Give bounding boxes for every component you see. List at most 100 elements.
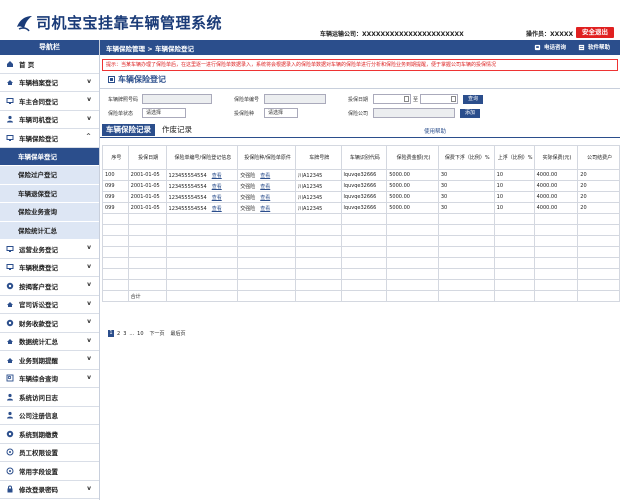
sidebar-item[interactable]: 业务到期提醒 v (0, 351, 99, 370)
app-logo: 司机宝宝挂靠车辆管理系统 (14, 12, 222, 33)
chevron-down-icon[interactable]: v (87, 281, 91, 288)
view-link[interactable]: 查看 (260, 173, 270, 179)
cell-text: 2001-01-05 (130, 205, 160, 211)
policy-input[interactable] (264, 94, 326, 104)
sidebar-item[interactable]: 首 页 (0, 55, 99, 74)
table-cell (577, 290, 620, 302)
cell-text: 123455554554 (168, 194, 207, 201)
sidebar-item[interactable]: 公司注册信息 (0, 407, 99, 425)
status-select[interactable]: 请选择 (142, 108, 186, 118)
view-link[interactable]: 查看 (212, 206, 222, 212)
chevron-down-icon[interactable]: v (87, 244, 91, 251)
column-header: 实际保费(元) (533, 145, 579, 170)
table-cell: 100 (102, 169, 129, 181)
chevron-down-icon[interactable]: v (87, 263, 91, 270)
chevron-down-icon[interactable]: v (87, 374, 91, 381)
page-link[interactable]: 2 (117, 331, 120, 337)
table-cell (237, 213, 296, 225)
date-start-input[interactable] (373, 94, 411, 104)
sidebar-item[interactable]: 车辆税费登记 v (0, 259, 99, 277)
chevron-down-icon[interactable]: v (87, 355, 91, 362)
table-cell: 2001-01-05 (127, 180, 167, 192)
table-cell: 交强险 查看 (237, 180, 296, 192)
table-cell (340, 224, 388, 236)
table-cell: 2001-01-05 (127, 169, 167, 181)
view-link[interactable]: 查看 (212, 184, 222, 190)
sidebar-subitem[interactable]: 保险业务查询 (0, 203, 99, 222)
cell-text: 川A12345 (297, 194, 323, 201)
sidebar-item[interactable]: 财务收款登记 v (0, 314, 99, 333)
sidebar-subitem[interactable]: 保险过户登记 (0, 166, 99, 185)
help-link[interactable]: 软件帮助 (578, 43, 610, 51)
sidebar-item[interactable]: 官司诉讼登记 v (0, 296, 99, 314)
view-link[interactable]: 查看 (260, 184, 270, 190)
table-row[interactable]: 099 2001-01-05 123455554554 查看 交强险 查看 川A12345 l… (102, 202, 620, 214)
type-select[interactable]: 请选择 (264, 108, 298, 118)
next-page-link[interactable]: 下一页 (150, 330, 165, 337)
date-end-input[interactable] (420, 94, 459, 104)
chevron-down-icon[interactable]: v (87, 96, 91, 103)
company-label: 保险公司 (348, 110, 369, 117)
plate-input[interactable] (142, 94, 212, 104)
sidebar-subitem[interactable]: 车辆退保登记 (0, 184, 99, 203)
table-cell: 10 (493, 191, 535, 203)
table-cell (340, 279, 388, 291)
chevron-up-icon[interactable]: ^ (86, 133, 91, 140)
view-link[interactable]: 查看 (212, 195, 222, 201)
sidebar-item-label: 常用字段设置 (19, 467, 58, 476)
table-row[interactable]: 099 2001-01-05 123455554554 查看 交强险 查看 川A12345 l… (102, 191, 620, 203)
chevron-down-icon[interactable]: v (87, 78, 91, 85)
sidebar-item[interactable]: 车辆保险登记 ^ (0, 129, 99, 148)
sidebar-item[interactable]: 车主合同登记 v (0, 92, 99, 111)
date-label: 投保日期 (348, 96, 369, 103)
table-cell (386, 268, 439, 280)
sidebar-item[interactable]: 修改登录密码 v (0, 481, 99, 499)
table-cell (437, 246, 495, 258)
table-cell: 30 (437, 169, 495, 181)
table-row[interactable]: 099 2001-01-05 123455554554 查看 交强险 查看 川A12345 l… (102, 180, 620, 192)
table-cell: 川A12345 (294, 180, 342, 192)
sidebar-item[interactable]: 系统到期缴费 (0, 425, 99, 444)
calendar-icon[interactable] (451, 96, 457, 102)
view-link[interactable]: 查看 (260, 195, 270, 201)
table-row[interactable]: 100 2001-01-05 123455554554 查看 交强险 查看 川A12345 l… (102, 169, 620, 181)
page-link[interactable]: 3 (123, 331, 126, 337)
sidebar-item[interactable]: 运营业务登记 v (0, 240, 99, 259)
monitor-icon (5, 96, 14, 105)
contact-link[interactable]: 电话咨询 (534, 43, 566, 51)
chevron-down-icon[interactable]: v (87, 300, 91, 307)
page-link[interactable]: 10 (137, 331, 143, 337)
chevron-down-icon[interactable]: v (87, 115, 91, 122)
page-link[interactable]: 1 (108, 330, 114, 337)
tab-void-records[interactable]: 作废记录 (162, 124, 192, 136)
sidebar-subitem[interactable]: 保险统计汇总 (0, 221, 99, 240)
calendar-icon[interactable] (404, 96, 409, 102)
last-page-link[interactable]: 最后页 (171, 330, 186, 337)
view-link[interactable]: 查看 (260, 206, 270, 212)
sidebar-item[interactable]: 数据统计汇总 v (0, 333, 99, 351)
sidebar-item[interactable]: 常用字段设置 (0, 462, 99, 481)
tab-records[interactable]: 车辆保险记录 (102, 124, 155, 136)
sidebar-item[interactable]: 车辆司机登记 v (0, 111, 99, 129)
table-cell (577, 235, 620, 247)
sidebar-item[interactable]: 系统访问日志 (0, 388, 99, 407)
logout-button[interactable]: 安全退出 (576, 27, 614, 38)
company-input[interactable] (373, 108, 455, 118)
sidebar-item[interactable]: 车辆档案登记 v (0, 74, 99, 92)
chevron-down-icon[interactable]: v (87, 318, 91, 325)
column-header: 车牌号牌 (294, 145, 342, 170)
sidebar-subitem[interactable]: 车辆保单登记 (0, 147, 99, 166)
cell-text: 20 (580, 172, 587, 178)
query-button[interactable]: 查询 (463, 94, 484, 104)
view-link[interactable]: 查看 (212, 173, 222, 179)
sidebar-item[interactable]: 按揭客户登记 v (0, 277, 99, 296)
table-total-row: 合计 (102, 290, 620, 302)
chevron-down-icon[interactable]: v (87, 337, 91, 344)
chevron-down-icon[interactable]: v (87, 485, 91, 492)
table-cell (340, 257, 388, 269)
sidebar-item[interactable]: 员工权限设置 (0, 444, 99, 462)
sidebar-item[interactable]: 车辆综合查询 v (0, 370, 99, 388)
add-button[interactable]: 添加 (460, 108, 480, 118)
usage-help-link[interactable]: 使用帮助 (424, 127, 446, 135)
cell-text: 川A12345 (297, 205, 323, 212)
